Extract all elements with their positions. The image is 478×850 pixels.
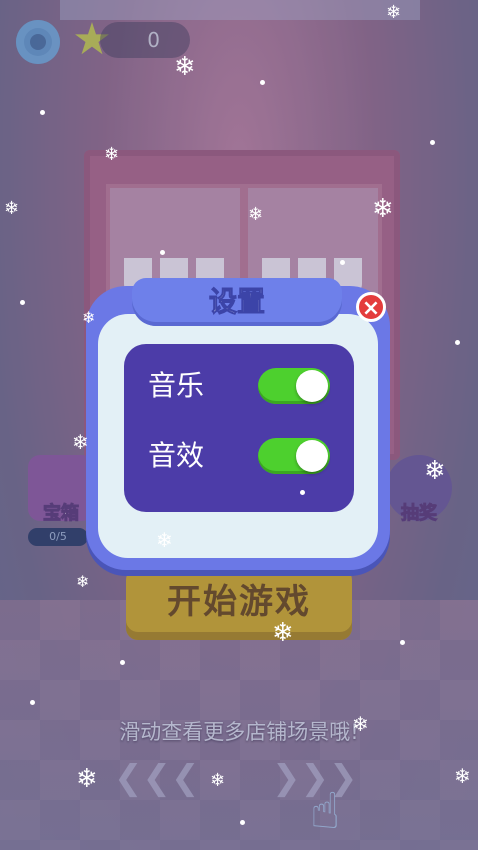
snowflake-icon: ❄	[76, 572, 90, 591]
snowflake-icon: ❄	[454, 764, 471, 788]
snow-dot	[30, 700, 35, 705]
toggle-knob	[296, 440, 328, 472]
snowflake-icon: ❄	[352, 712, 369, 736]
setting-row-sound: 音效	[148, 434, 330, 478]
music-label: 音乐	[148, 369, 205, 402]
snowflake-icon: ❄	[248, 204, 264, 225]
close-icon[interactable]: ×	[356, 292, 386, 322]
snow-dot	[40, 110, 45, 115]
snowflake-icon: ❄	[82, 308, 96, 327]
snow-dot	[340, 260, 345, 265]
snowflake-icon: ❄	[156, 528, 173, 552]
sound-toggle[interactable]	[258, 438, 330, 474]
setting-row-music: 音乐	[148, 364, 330, 408]
snowflake-icon: ❄	[424, 456, 446, 486]
snow-dot	[260, 80, 265, 85]
snowflake-icon: ❄	[210, 770, 226, 791]
snowflake-icon: ❄	[372, 194, 394, 224]
dialog-title-tab: 设置	[132, 278, 342, 326]
dialog-title: 设置	[208, 285, 265, 319]
snow-dot	[160, 250, 165, 255]
snow-dot	[430, 140, 435, 145]
snowflake-icon: ❄	[72, 430, 89, 454]
settings-panel: 音乐 音效	[124, 344, 354, 512]
snow-dot	[20, 300, 25, 305]
snow-dot	[120, 660, 125, 665]
snowflake-icon: ❄	[76, 764, 98, 794]
music-toggle[interactable]	[258, 368, 330, 404]
snow-dot	[455, 340, 460, 345]
snow-dot	[300, 490, 305, 495]
snow-dot	[400, 640, 405, 645]
snowflake-icon: ❄	[104, 144, 120, 165]
settings-dialog: 设置 × 音乐 音效	[86, 278, 390, 570]
snowflake-icon: ❄	[4, 198, 20, 219]
toggle-knob	[296, 370, 328, 402]
snowflake-icon: ❄	[174, 52, 196, 82]
sound-label: 音效	[148, 439, 205, 472]
snowflake-icon: ❄	[272, 618, 294, 648]
snowflake-icon: ❄	[386, 2, 402, 23]
snow-dot	[240, 820, 245, 825]
